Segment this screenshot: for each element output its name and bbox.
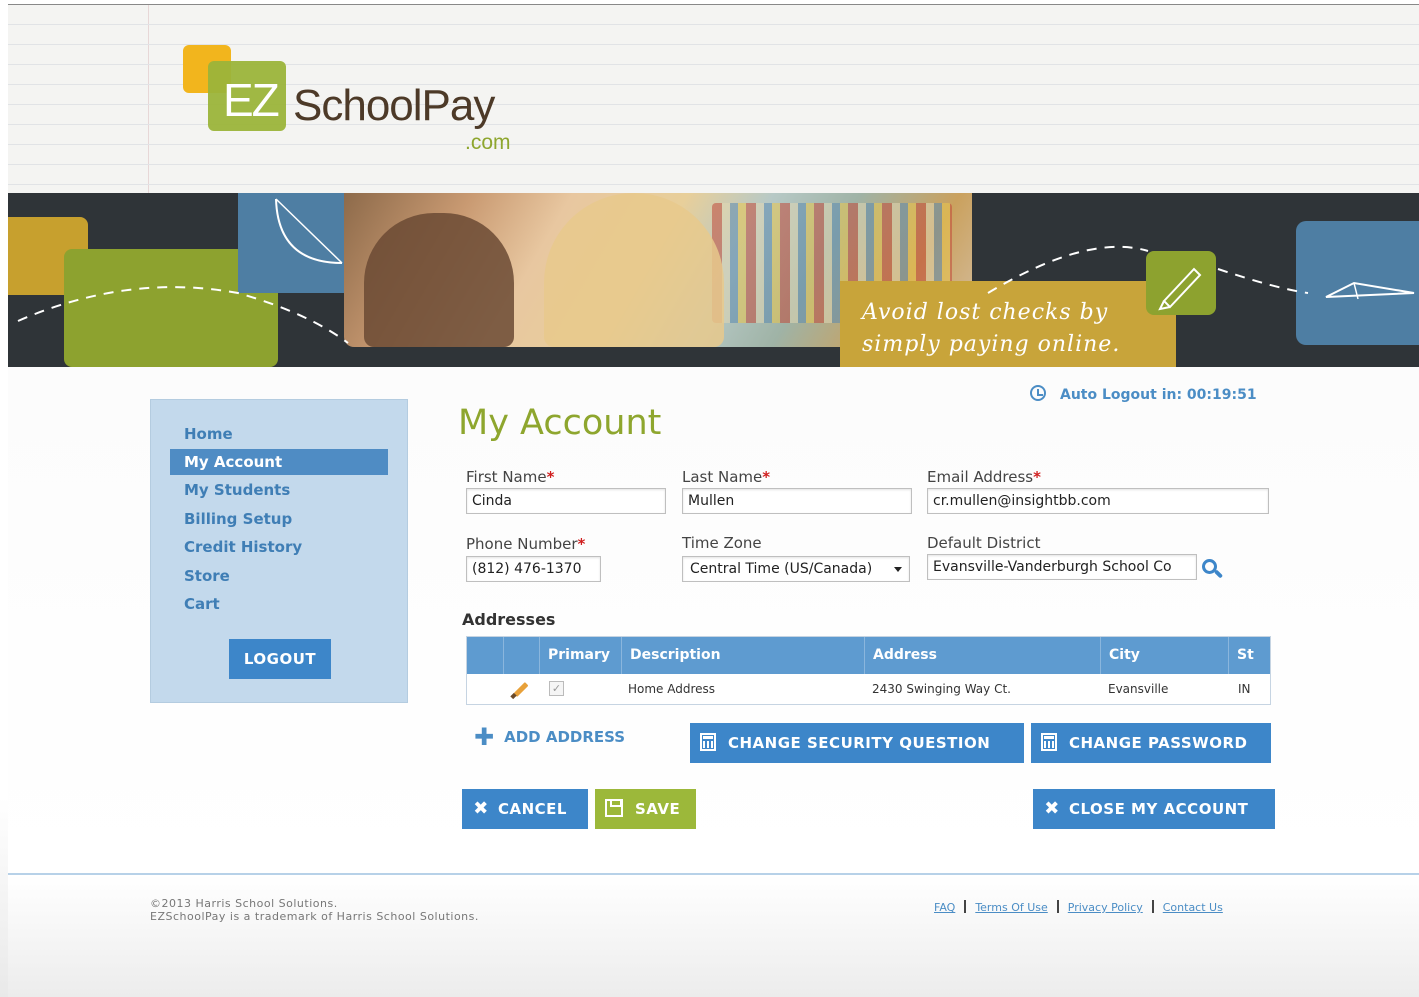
chevron-down-icon [894, 567, 902, 572]
sidebar-item-cart[interactable]: Cart [170, 591, 388, 617]
change-password-label: CHANGE PASSWORD [1069, 734, 1248, 752]
sidebar-item-store[interactable]: Store [170, 563, 388, 589]
sidebar-item-my-account[interactable]: My Account [170, 449, 388, 475]
copyright-line: EZSchoolPay is a trademark of Harris Sch… [150, 910, 479, 923]
copyright-line: ©2013 Harris School Solutions. [150, 897, 338, 910]
cell-description: Home Address [628, 682, 716, 696]
logout-button[interactable]: LOGOUT [229, 639, 331, 679]
add-address-link[interactable]: ✚ ADD ADDRESS [474, 723, 625, 751]
logo-ez-text: EZ [223, 74, 280, 126]
sidebar-item-billing-setup[interactable]: Billing Setup [170, 506, 388, 532]
time-zone-select[interactable]: Central Time (US/Canada) [682, 556, 910, 582]
sidebar: Home My Account My Students Billing Setu… [150, 399, 408, 703]
column-header-primary[interactable]: Primary [539, 637, 621, 674]
close-x-icon: ✖ [473, 798, 489, 819]
header-divider [503, 637, 504, 674]
footer-link-faq[interactable]: FAQ [934, 901, 955, 914]
table-row: ✓ Home Address 2430 Swinging Way Ct. Eva… [467, 674, 1270, 704]
last-name-label-text: Last Name [682, 468, 763, 486]
default-district-field[interactable]: Evansville-Vanderburgh School Co [927, 554, 1197, 580]
cell-city: Evansville [1108, 682, 1169, 696]
cancel-button[interactable]: ✖ CANCEL [462, 789, 588, 829]
copyright: ©2013 Harris School Solutions. EZSchoolP… [150, 897, 479, 923]
link-separator [1151, 900, 1154, 913]
email-field[interactable]: cr.mullen@insightbb.com [927, 488, 1269, 514]
pencil-tip [510, 692, 517, 700]
save-disk-icon [605, 799, 623, 817]
search-icon[interactable] [1202, 559, 1224, 581]
primary-checkbox[interactable]: ✓ [549, 681, 564, 696]
required-marker: * [546, 468, 555, 486]
first-name-field[interactable]: Cinda [466, 488, 666, 514]
phone-field[interactable]: (812) 476-1370 [466, 556, 601, 582]
cancel-label: CANCEL [498, 800, 567, 818]
link-separator [964, 900, 967, 913]
change-password-button[interactable]: CHANGE PASSWORD [1031, 723, 1271, 763]
close-my-account-label: CLOSE MY ACCOUNT [1069, 800, 1249, 818]
logo-name-text: SchoolPay [293, 81, 495, 130]
ezschoolpay-logo[interactable]: EZ SchoolPay .com [183, 45, 543, 160]
addresses-table: Primary Description Address City St ✓ Ho… [466, 636, 1271, 705]
required-marker: * [762, 468, 771, 486]
cell-address: 2430 Swinging Way Ct. [872, 682, 1011, 696]
addresses-heading: Addresses [462, 610, 556, 629]
edit-pencil-icon[interactable] [510, 680, 529, 700]
auto-logout-timer: Auto Logout in: 00:19:51 [1030, 385, 1257, 403]
required-marker: * [1033, 468, 1041, 486]
calculator-icon [700, 733, 716, 751]
email-label-text: Email Address [927, 468, 1034, 486]
email-label: Email Address* [927, 468, 1041, 486]
save-label: SAVE [635, 800, 681, 818]
page-frame: EZ SchoolPay .com Avoid lost checks by s… [8, 4, 1419, 997]
time-zone-label: Time Zone [682, 534, 762, 552]
plus-icon: ✚ [474, 723, 495, 751]
sidebar-item-credit-history[interactable]: Credit History [170, 534, 388, 560]
column-header-city[interactable]: City [1100, 637, 1228, 674]
phone-label: Phone Number* [466, 535, 585, 553]
clock-icon [1030, 385, 1046, 401]
column-header-address[interactable]: Address [864, 637, 1099, 674]
sidebar-item-my-students[interactable]: My Students [170, 477, 388, 503]
header: EZ SchoolPay .com [8, 5, 1419, 193]
column-header-description[interactable]: Description [621, 637, 864, 674]
first-name-label-text: First Name [466, 468, 547, 486]
sidebar-item-home[interactable]: Home [170, 421, 388, 447]
calculator-icon [1041, 733, 1057, 751]
save-button[interactable]: SAVE [595, 789, 696, 829]
last-name-label: Last Name* [682, 468, 770, 486]
footer-links: FAQ Terms Of Use Privacy Policy Contact Us [934, 900, 1223, 914]
last-name-field[interactable]: Mullen [682, 488, 912, 514]
cell-state: IN [1238, 682, 1251, 696]
page-title: My Account [458, 403, 662, 443]
add-address-label: ADD ADDRESS [504, 728, 626, 746]
required-marker: * [577, 535, 586, 553]
first-name-label: First Name* [466, 468, 554, 486]
dashed-path-decoration [17, 245, 1309, 344]
footer-link-contact[interactable]: Contact Us [1163, 901, 1223, 914]
column-header-state[interactable]: St [1228, 637, 1270, 674]
footer-divider [8, 873, 1419, 875]
change-security-question-button[interactable]: CHANGE SECURITY QUESTION [690, 723, 1024, 763]
default-district-label: Default District [927, 534, 1041, 552]
auto-logout-text: Auto Logout in: 00:19:51 [1060, 387, 1257, 403]
close-my-account-button[interactable]: ✖ CLOSE MY ACCOUNT [1033, 789, 1275, 829]
footer-link-privacy[interactable]: Privacy Policy [1068, 901, 1143, 914]
footer-link-terms[interactable]: Terms Of Use [975, 901, 1047, 914]
search-icon-handle [1213, 569, 1224, 579]
time-zone-value: Central Time (US/Canada) [690, 561, 873, 577]
hero-banner: Avoid lost checks by simply paying onlin… [8, 193, 1419, 367]
change-security-question-label: CHANGE SECURITY QUESTION [728, 734, 991, 752]
table-header: Primary Description Address City St [467, 637, 1270, 674]
close-x-icon: ✖ [1044, 798, 1060, 819]
link-separator [1056, 900, 1059, 913]
phone-label-text: Phone Number [466, 535, 578, 553]
logo-dotcom-text: .com [465, 131, 511, 154]
